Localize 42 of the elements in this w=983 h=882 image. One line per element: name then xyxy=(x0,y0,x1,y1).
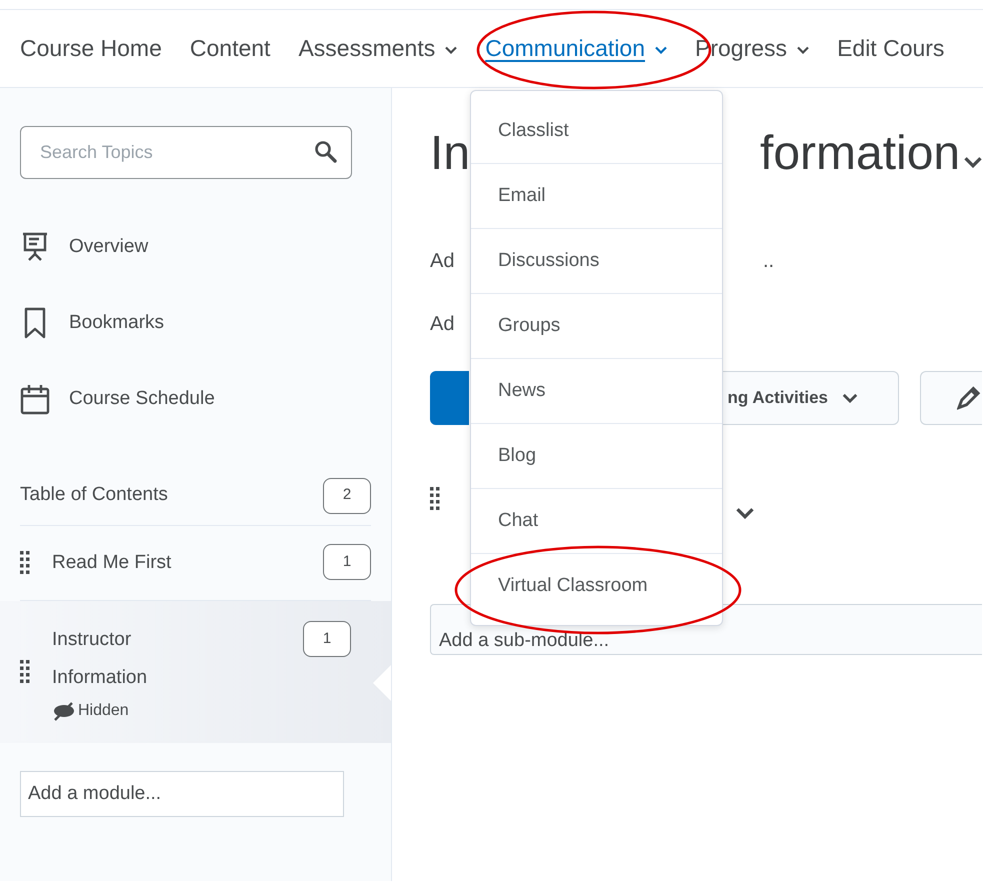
module-item[interactable]: Instructor Information Hidden 1 xyxy=(0,601,391,743)
nav-link[interactable]: Content xyxy=(190,31,270,66)
menu-item[interactable]: Discussions xyxy=(471,229,722,294)
activities-button[interactable]: ng Activities xyxy=(722,371,899,425)
sidebar-link[interactable]: Overview xyxy=(69,232,148,262)
menu-item[interactable]: Email xyxy=(471,164,722,229)
menu-item[interactable]: Blog xyxy=(471,424,722,489)
sidebar-link[interactable]: Course Schedule xyxy=(69,384,215,414)
menu-item[interactable]: Chat xyxy=(471,489,722,554)
hidden-status: Hidden xyxy=(78,701,129,721)
count-badge: 1 xyxy=(303,621,351,657)
count-badge: 1 xyxy=(323,544,371,580)
drag-handle-icon[interactable] xyxy=(20,660,30,684)
calendar-icon xyxy=(20,383,50,415)
menu-item[interactable]: News xyxy=(471,359,722,424)
menu-item[interactable]: Groups xyxy=(471,294,722,359)
search-icon[interactable] xyxy=(314,140,338,164)
chevron-down-icon xyxy=(736,507,754,519)
nav-link[interactable]: Edit Cours xyxy=(837,31,944,66)
nav-link[interactable]: Assessments xyxy=(298,31,458,66)
edit-button[interactable] xyxy=(920,371,982,425)
description-line: Ad xyxy=(430,249,454,274)
count-badge: 2 xyxy=(323,478,371,514)
drag-handle-icon[interactable] xyxy=(20,551,30,575)
search-field[interactable]: Search Topics xyxy=(20,126,352,179)
page-title: formation xyxy=(760,126,960,182)
description-line: Ad xyxy=(430,312,454,337)
module-title: Instructor Information xyxy=(52,628,148,690)
hidden-eye-icon xyxy=(52,700,76,722)
chevron-down-icon xyxy=(964,156,982,168)
pencil-icon xyxy=(957,386,982,410)
module-title: Read Me First xyxy=(52,551,172,575)
presentation-board-icon xyxy=(20,231,50,263)
menu-item[interactable]: Classlist xyxy=(471,99,722,164)
chevron-down-icon xyxy=(842,393,858,403)
description-line: .. xyxy=(763,249,774,274)
page-title: In xyxy=(430,126,470,182)
sidebar-link[interactable]: Bookmarks xyxy=(69,308,164,338)
toc-heading: Table of Contents xyxy=(20,483,168,508)
nav-link[interactable]: Course Home xyxy=(20,31,162,66)
add-module-field[interactable]: Add a module... xyxy=(20,771,344,817)
drag-handle-icon[interactable] xyxy=(430,487,440,511)
